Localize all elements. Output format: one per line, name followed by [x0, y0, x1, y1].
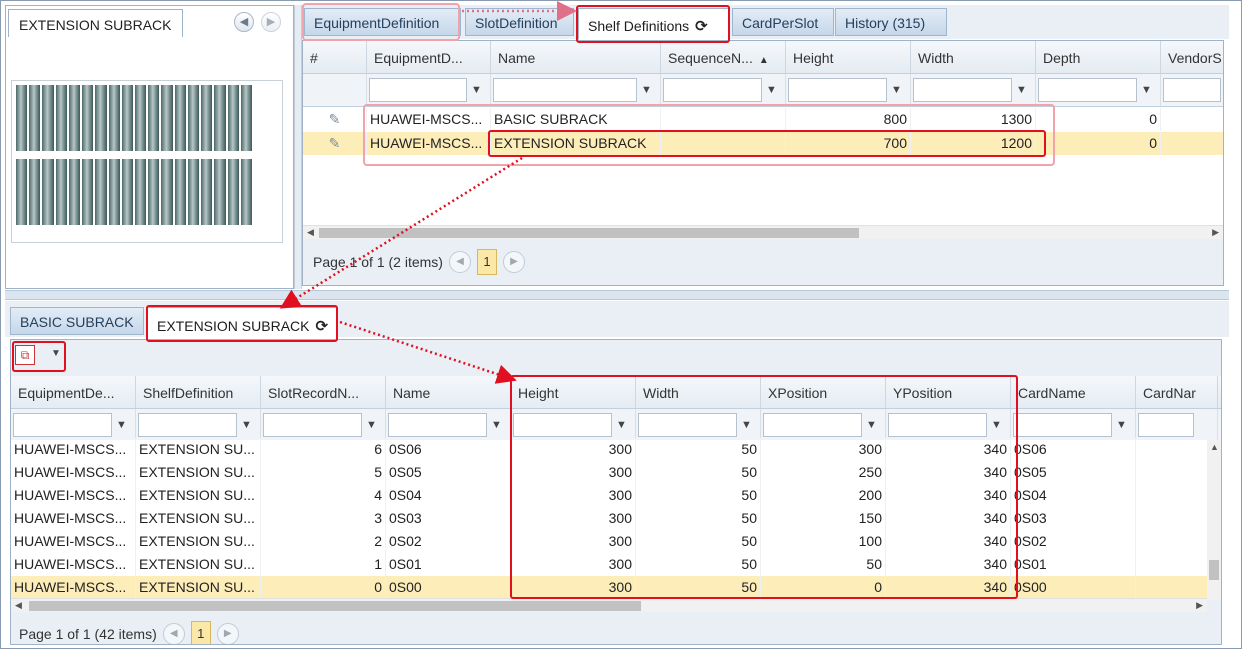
- annotation-arrow: [339, 320, 517, 384]
- annotation-arrows: [279, 1, 577, 384]
- annotation-arrow: [279, 156, 523, 309]
